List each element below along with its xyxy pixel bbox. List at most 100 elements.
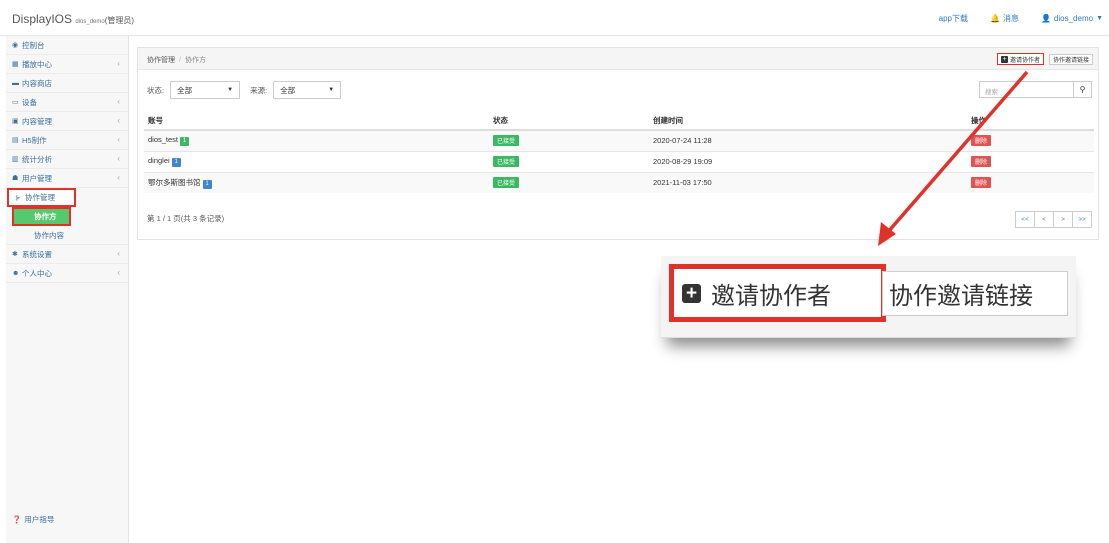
column-header-action: 操作 [967,112,1094,131]
plus-icon: + [1001,55,1008,63]
breadcrumb-separator: / [179,57,181,64]
chevron-left-icon: ‹ [117,268,120,277]
caret-down-icon: ▼ [328,87,335,93]
user-icon: 👤 [1040,14,1051,23]
delete-button[interactable]: 删除 [971,177,992,189]
caret-down-icon: ▼ [1096,15,1103,22]
sidebar-item-content[interactable]: ▣ 内容管理 ‹ [6,112,128,131]
app-download-link[interactable]: app下载 [939,13,968,24]
invite-collaborator-button[interactable]: + 邀请协作者 [997,53,1045,65]
account-name: 鄂尔多斯图书馆 [148,177,201,187]
created-cell: 2021-11-03 17:50 [649,171,967,193]
brand-role: (管理员) [104,16,135,25]
status-select-value: 全部 [177,85,193,95]
status-badge: 已接受 [493,135,520,147]
collab-icon: ⊱ [15,194,21,202]
sidebar-item-label: 协作方 [34,212,57,221]
source-filter-label: 来源: [250,85,268,95]
sidebar-item-collaborators[interactable]: 协作方 [12,207,71,226]
account-cell: dinglei 1 [144,150,489,172]
sidebar-item-label: 内容商店 [22,78,52,88]
caret-down-icon: ▼ [227,87,234,93]
sidebar-item-label: 统计分析 [22,154,52,164]
messages-link[interactable]: 🔔 消息 [990,13,1019,24]
sidebar-item-playback[interactable]: ▦ 播放中心 ‹ [6,55,128,74]
sidebar-item-stats[interactable]: ▥ 统计分析 ‹ [6,150,128,169]
invite-link-label: 协作邀请链接 [1053,58,1090,64]
gear-icon: ✱ [12,251,18,258]
sidebar-item-devices[interactable]: ▭ 设备 ‹ [6,93,128,112]
status-badge: 已接受 [493,156,520,167]
column-header-status: 状态 [489,112,649,131]
brand-name: DisplayIOS [12,12,73,26]
sidebar-item-collab-content[interactable]: 协作内容 [6,226,128,245]
sidebar-item-users[interactable]: ☗ 用户管理 ‹ [6,169,128,188]
top-navbar: DisplayIOS dios_demo(管理员) app下载 🔔 消息 👤 dio… [0,0,1109,36]
filter-bar: 状态: 全部 ▼ 来源: 全部 ▼ [147,81,342,99]
account-type-tag: 1 [180,137,190,147]
sidebar-item-collab[interactable]: ⊱ 协作管理 [7,188,76,207]
status-filter-label: 状态: [147,85,165,95]
created-cell: 2020-07-24 11:28 [649,129,967,151]
zoom-invite-button: + 邀请协作者 [669,264,886,322]
chevron-left-icon: ‹ [117,116,120,125]
search-input[interactable]: 搜索 [979,81,1074,98]
messages-label: 消息 [1002,14,1019,23]
breadcrumb-parent[interactable]: 协作管理 [147,57,175,64]
h5-icon: ▤ [12,137,19,144]
status-cell: 已接受 [489,150,649,172]
chevron-left-icon: ‹ [117,97,120,106]
chevron-left-icon: ‹ [117,154,120,163]
user-guide-link[interactable]: ❓ 用户指导 [12,514,54,525]
sidebar-item-profile[interactable]: ☻ 个人中心 ‹ [6,264,128,283]
person-icon: ☻ [12,269,20,277]
account-cell: dios_test 1 [144,129,489,151]
brand[interactable]: DisplayIOS dios_demo(管理员) [12,12,134,26]
delete-button[interactable]: 删除 [971,135,992,147]
table-row: dinglei 1 已接受 2020-08-29 19:09 删除 [144,150,1094,172]
action-cell: 删除 [967,129,1094,151]
collaborators-table: 账号 状态 创建时间 操作 dios_test 1 已接受 2020-07-24 … [144,112,1094,193]
sidebar-item-dashboard[interactable]: ◉ 控制台 [6,36,128,55]
next-page-button[interactable]: > [1053,211,1073,228]
sidebar-item-h5[interactable]: ▤ H5制作 ‹ [6,131,128,150]
plus-icon: + [682,283,701,303]
account-cell: 鄂尔多斯图书馆 1 [144,171,489,193]
zoom-invite-link-label: 协作邀请链接 [889,283,1033,310]
prev-page-button[interactable]: < [1034,211,1054,228]
user-guide-label: 用户指导 [24,515,55,524]
search-button[interactable]: ⚲ [1074,81,1092,98]
breadcrumb: 协作管理 / 协作方 [147,55,206,65]
first-page-button[interactable]: << [1015,211,1035,228]
chart-icon: ▥ [12,156,19,163]
zoom-invite-link-button: 协作邀请链接 [882,271,1068,316]
status-select[interactable]: 全部 ▼ [170,81,241,99]
user-menu[interactable]: 👤 dios_demo ▼ [1041,13,1103,24]
table-row: 鄂尔多斯图书馆 1 已接受 2021-11-03 17:50 删除 [144,171,1094,193]
zoom-callout: + 邀请协作者 协作邀请链接 [661,256,1076,338]
invite-link-button[interactable]: 协作邀请链接 [1049,54,1094,65]
sidebar-item-settings[interactable]: ✱ 系统设置 ‹ [6,245,128,264]
created-cell: 2020-08-29 19:09 [649,150,967,172]
sidebar-item-label: 设备 [22,97,37,107]
source-select-value: 全部 [280,85,296,95]
chevron-left-icon: ‹ [117,173,120,182]
pagination-info: 第 1 / 1 页(共 3 条记录) [147,214,225,223]
sidebar-item-store[interactable]: ▬ 内容商店 [6,74,128,93]
monitor-icon: ▭ [12,99,19,106]
question-icon: ❓ [12,515,22,524]
sidebar-item-label: H5制作 [22,135,47,145]
delete-button[interactable]: 删除 [971,156,992,167]
action-cell: 删除 [967,171,1094,193]
source-select[interactable]: 全部 ▼ [273,81,342,99]
last-page-button[interactable]: >> [1072,211,1092,228]
breadcrumb-bar: 协作管理 / 协作方 + 邀请协作者 协作邀请链接 [138,48,1098,70]
search-box: 搜索 ⚲ [979,81,1092,98]
sidebar-item-label: 内容管理 [22,116,52,126]
sidebar-item-label: 用户管理 [22,173,52,183]
chevron-left-icon: ‹ [117,59,120,68]
invite-label: 邀请协作者 [1010,57,1041,64]
status-cell: 已接受 [489,171,649,193]
brand-username: dios_demo [75,19,105,25]
zoom-invite-label: 邀请协作者 [711,282,831,310]
